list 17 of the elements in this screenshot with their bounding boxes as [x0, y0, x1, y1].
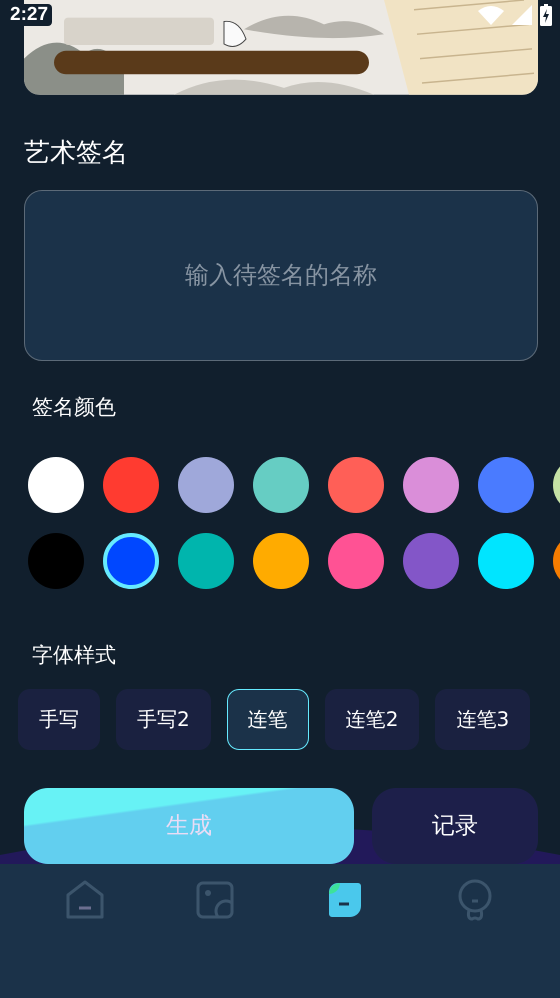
font-style-chip[interactable]: 手写: [18, 688, 100, 750]
wifi-icon: [478, 5, 504, 25]
note-icon: [328, 882, 362, 918]
name-input-field[interactable]: 输入待签名的名称: [24, 190, 538, 361]
home-icon: [65, 878, 105, 921]
profile-icon: [456, 878, 494, 921]
font-style-chip[interactable]: 手写2: [116, 688, 211, 750]
picture-icon: [196, 880, 234, 919]
signal-icon: [512, 5, 532, 25]
font-style-chip[interactable]: 连笔3: [435, 688, 530, 750]
font-style-chip[interactable]: 连笔2: [324, 688, 420, 750]
section-title: 艺术签名: [24, 136, 129, 170]
battery-icon: [540, 4, 552, 26]
history-button[interactable]: 记录: [372, 788, 538, 864]
color-label: 签名颜色: [32, 394, 117, 421]
font-style-chip[interactable]: 连笔: [226, 688, 309, 750]
font-style-label: 字体样式: [32, 642, 117, 669]
